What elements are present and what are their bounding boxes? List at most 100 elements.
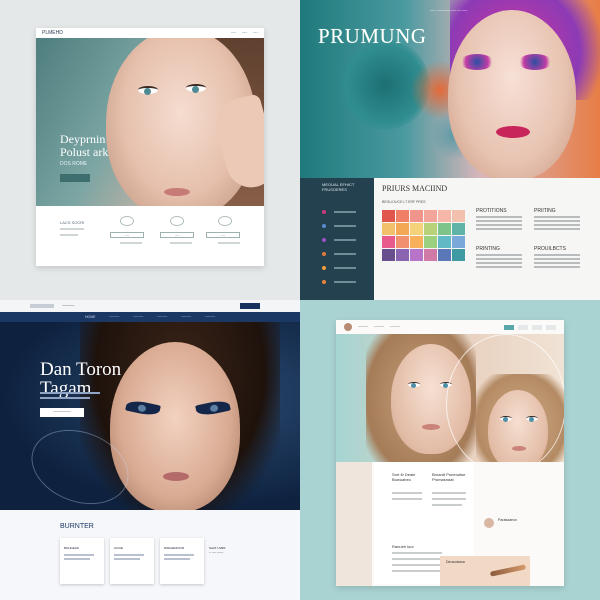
text-line bbox=[534, 228, 580, 230]
color-swatch[interactable] bbox=[452, 210, 465, 222]
utility-link[interactable]: ───── bbox=[62, 304, 74, 308]
feature-card[interactable]: ACCIE bbox=[110, 538, 154, 584]
decorative-curve bbox=[446, 334, 564, 462]
section-label: LACS SOCRI bbox=[60, 220, 85, 225]
nav-item[interactable]: ──── bbox=[205, 315, 215, 319]
color-swatch[interactable] bbox=[438, 210, 451, 222]
feature-pill[interactable]: --- bbox=[110, 232, 144, 238]
text-line bbox=[534, 262, 580, 264]
sidebar-item[interactable] bbox=[334, 225, 356, 227]
hero-banner bbox=[336, 334, 564, 462]
sidebar-item[interactable] bbox=[334, 239, 356, 241]
text-line bbox=[476, 224, 522, 226]
lips-shape bbox=[163, 472, 189, 481]
nav-item[interactable]: HOME bbox=[85, 315, 96, 319]
color-swatch[interactable] bbox=[438, 223, 451, 235]
card-title: RSDAEDIOUR bbox=[164, 546, 185, 550]
text-line bbox=[392, 492, 422, 494]
model-face bbox=[110, 342, 240, 510]
color-swatch[interactable] bbox=[438, 236, 451, 248]
nav-item[interactable]: ──── bbox=[157, 315, 167, 319]
nav-button[interactable] bbox=[504, 324, 514, 330]
eyeshadow-shape bbox=[460, 54, 494, 70]
nav-link[interactable]: --- bbox=[253, 30, 258, 36]
product-card[interactable]: Deuwutarsa bbox=[440, 556, 530, 586]
text-line bbox=[476, 220, 522, 222]
color-swatch[interactable] bbox=[382, 223, 395, 235]
card-title: ACCIE bbox=[114, 546, 124, 550]
account-button[interactable] bbox=[240, 303, 260, 309]
sidebar-item[interactable] bbox=[334, 267, 356, 269]
color-swatch[interactable] bbox=[424, 236, 437, 248]
sidebar-bullet-icon bbox=[322, 280, 326, 284]
text-line bbox=[476, 216, 522, 218]
text-line bbox=[534, 224, 580, 226]
sidebar-bullet-icon bbox=[322, 266, 326, 270]
hero-cta-button[interactable]: ─────── bbox=[40, 408, 84, 417]
nav-button[interactable] bbox=[546, 324, 556, 330]
color-swatch[interactable] bbox=[396, 210, 409, 222]
product-icon bbox=[120, 216, 134, 226]
text-line bbox=[432, 498, 466, 500]
text-line bbox=[432, 504, 462, 506]
color-swatch[interactable] bbox=[452, 249, 465, 261]
color-swatch[interactable] bbox=[424, 249, 437, 261]
color-swatch[interactable] bbox=[410, 236, 423, 248]
nav-item[interactable]: ──── bbox=[109, 315, 119, 319]
color-swatch[interactable] bbox=[382, 249, 395, 261]
hero-subtitle: DOS ROME bbox=[60, 161, 88, 167]
feature-pill[interactable]: --- bbox=[160, 232, 194, 238]
nav-button[interactable] bbox=[532, 324, 542, 330]
nav-item[interactable]: ──── bbox=[181, 315, 191, 319]
sidebar-subtitle: FRUSOERES bbox=[322, 187, 347, 192]
panel-subheading: Ranueh luur bbox=[392, 544, 414, 549]
color-swatch[interactable] bbox=[452, 236, 465, 248]
color-swatch[interactable] bbox=[396, 223, 409, 235]
color-swatch[interactable] bbox=[396, 249, 409, 261]
lips-shape bbox=[164, 188, 190, 196]
color-swatch[interactable] bbox=[452, 223, 465, 235]
text-line bbox=[40, 392, 100, 394]
color-swatch[interactable] bbox=[396, 236, 409, 248]
main-nav: HOME ──── ──── ──── ──── ──── bbox=[0, 312, 300, 322]
top-nav: ──── ──── ──── bbox=[336, 320, 564, 334]
color-swatch[interactable] bbox=[410, 249, 423, 261]
text-line bbox=[120, 242, 142, 244]
section-heading: PRIURS MACIIND bbox=[382, 184, 448, 193]
sidebar-bullet-icon bbox=[322, 224, 326, 228]
mockup-light-beauty: ──── ──── ──── Sort Ilr Deale Bowuaheo B… bbox=[300, 300, 600, 600]
color-swatch[interactable] bbox=[424, 223, 437, 235]
mockup-skincare: PLMEHD --- --- --- Deyprnin Polust ark D… bbox=[0, 0, 300, 300]
eye-shape bbox=[186, 84, 206, 93]
color-swatch[interactable] bbox=[438, 249, 451, 261]
brand-logo[interactable]: PLMEHD bbox=[42, 30, 63, 36]
color-swatch[interactable] bbox=[382, 236, 395, 248]
nav-link[interactable]: --- bbox=[242, 30, 247, 36]
color-swatch[interactable] bbox=[424, 210, 437, 222]
text-line bbox=[164, 558, 190, 560]
feature-card[interactable]: BOHCEAR bbox=[60, 538, 104, 584]
testimonial-name: Parakaaeun bbox=[498, 518, 517, 522]
color-swatch[interactable] bbox=[410, 210, 423, 222]
sidebar-item[interactable] bbox=[334, 281, 356, 283]
feature-pill[interactable]: --- bbox=[206, 232, 240, 238]
search-input[interactable] bbox=[30, 304, 54, 308]
sidebar-heading: MEOUAL EFHICT FRUSOERES bbox=[322, 182, 354, 192]
feature-card[interactable]: RSDAEDIOUR bbox=[160, 538, 204, 584]
color-swatch[interactable] bbox=[410, 223, 423, 235]
text-line bbox=[60, 234, 78, 236]
nav-link[interactable]: ──── bbox=[374, 325, 384, 329]
nav-item[interactable]: ──── bbox=[133, 315, 143, 319]
hero-title-line: Dan Toron bbox=[40, 359, 122, 380]
brand-logo[interactable] bbox=[344, 323, 352, 331]
nav-link[interactable]: ──── bbox=[358, 325, 368, 329]
nav-link[interactable]: --- bbox=[231, 30, 236, 36]
nav-link[interactable]: ──── bbox=[390, 325, 400, 329]
sidebar-item[interactable] bbox=[334, 211, 356, 213]
hero-cta-button[interactable] bbox=[60, 174, 90, 182]
sidebar-item[interactable] bbox=[334, 253, 356, 255]
nav-button[interactable] bbox=[518, 324, 528, 330]
sidebar-bullet-icon bbox=[322, 252, 326, 256]
color-swatch[interactable] bbox=[382, 210, 395, 222]
product-title: Deuwutarsa bbox=[446, 560, 465, 564]
